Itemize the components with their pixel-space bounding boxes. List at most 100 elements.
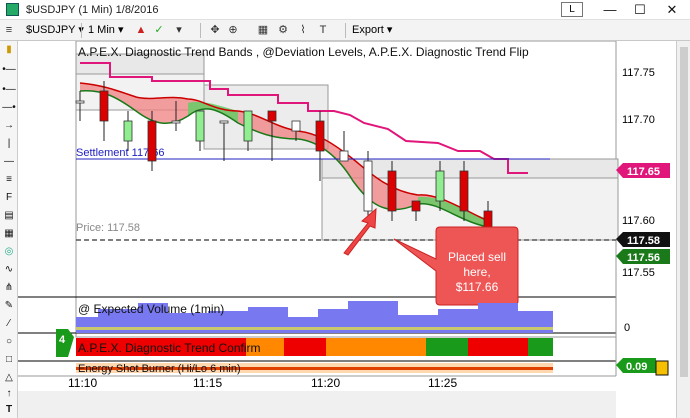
pen-icon[interactable]: ✎ — [1, 299, 17, 313]
price-label: Price: 117.58 — [76, 222, 140, 234]
indicator-icon[interactable]: ⌇ — [296, 23, 310, 37]
candle-body — [291, 120, 301, 132]
channel-icon[interactable]: ≡ — [1, 173, 17, 187]
rectangle-icon[interactable]: □ — [1, 353, 17, 367]
price-tick: 117.75 — [622, 67, 655, 79]
separator — [345, 23, 346, 38]
fib-icon[interactable]: F — [1, 191, 17, 205]
brush-icon[interactable]: ⁄ — [1, 317, 17, 331]
candle-body — [195, 110, 205, 142]
price-badge-upper-text: 117.65 — [627, 166, 660, 178]
vertical-line-icon[interactable]: | — [1, 137, 17, 151]
trendline-icon[interactable]: — — [1, 155, 17, 169]
callout-line: Placed sell — [448, 250, 506, 264]
time-tick: 11:15 — [193, 376, 222, 390]
symbol-label: $USDJPY — [26, 24, 76, 36]
grid-icon[interactable]: ▤ — [1, 209, 17, 223]
gear-icon[interactable]: ⚙ — [276, 23, 290, 37]
confirm-bar-red — [468, 338, 528, 356]
ray-tool-icon[interactable]: •— — [1, 83, 17, 97]
vertical-scrollbar[interactable] — [676, 41, 690, 418]
alert-marker — [655, 360, 669, 376]
close-button[interactable]: ✕ — [652, 0, 690, 20]
price-badge-current-text: 117.58 — [627, 235, 660, 247]
volume-panel-label: @ Expected Volume (1min) — [78, 302, 224, 316]
time-tick: 11:25 — [428, 376, 457, 390]
study-title: A.P.E.X. Diagnostic Trend Bands , @Devia… — [78, 45, 529, 59]
time-tick: 11:10 — [68, 376, 97, 390]
candle-body — [123, 120, 133, 142]
wave-icon[interactable]: ∿ — [1, 263, 17, 277]
price-chart[interactable]: Settlement 117.66 Price: 117.58 A.P.E.X.… — [18, 41, 690, 418]
price-tick: 117.55 — [622, 267, 655, 279]
move-icon[interactable]: ✥ — [208, 23, 222, 37]
triangle-icon[interactable]: △ — [1, 371, 17, 385]
callout-line: here, — [463, 265, 490, 279]
interval-selector[interactable]: 1 Min ▾ — [88, 23, 123, 38]
title-bar: $USDJPY (1 Min) 1/8/2016 L — ☐ ✕ — [0, 0, 690, 20]
candle-body — [75, 100, 85, 104]
ellipse-icon[interactable]: ○ — [1, 335, 17, 349]
chevron-down-icon: ▾ — [114, 24, 124, 36]
sort-icon[interactable]: ≡ — [2, 23, 16, 37]
bottom-panel-label: Energy Shot Burner (Hi/Lo 6 min) — [78, 363, 241, 375]
arrow-up-icon[interactable]: ↑ — [1, 387, 17, 401]
price-badge-low-text: 117.56 — [627, 252, 660, 264]
candle-body — [99, 90, 109, 122]
chevron-down-icon: ▾ — [383, 24, 393, 36]
pointer-icon[interactable]: ▮ — [1, 43, 17, 57]
confirm-bar-red — [284, 338, 326, 356]
confirm-bar-orange — [326, 338, 426, 356]
price-tick: 117.70 — [622, 114, 655, 126]
candle-body — [315, 120, 325, 152]
candle-body — [435, 170, 445, 202]
app-icon — [6, 3, 19, 16]
candle-body — [243, 110, 253, 142]
separator — [81, 23, 82, 38]
candle-body — [411, 200, 421, 212]
bottom-badge: 0.09 — [626, 361, 647, 373]
export-menu[interactable]: Export ▾ — [352, 23, 392, 38]
candle-body — [267, 110, 277, 122]
text-tool-icon[interactable]: T — [1, 403, 17, 417]
cycle-icon[interactable]: ▦ — [1, 227, 17, 241]
candle-body — [387, 170, 397, 212]
separator — [200, 23, 201, 38]
price-tick: 117.60 — [622, 215, 655, 227]
volume-baseline — [76, 327, 553, 330]
horizontal-line-icon[interactable]: —• — [1, 101, 17, 115]
up-arrow-icon[interactable]: ▲ — [134, 23, 148, 37]
pitchfork-icon[interactable]: ⋔ — [1, 281, 17, 295]
candle-body — [219, 120, 229, 124]
callout-line: $117.66 — [456, 280, 499, 294]
drawing-tools-sidebar: ▮ •— •— —• → | — ≡ F ▤ ▦ ◎ ∿ ⋔ ✎ ⁄ ○ □ △… — [0, 41, 18, 418]
down-triangle-icon[interactable]: ▾ — [172, 23, 186, 37]
line-tool-icon[interactable]: •— — [1, 63, 17, 77]
window-title: $USDJPY (1 Min) 1/8/2016 — [26, 4, 159, 16]
confirm-badge: 4 — [59, 334, 66, 346]
symbol-selector[interactable]: $USDJPY ▾ — [26, 23, 84, 38]
zoom-icon[interactable]: ⊕ — [226, 23, 240, 37]
target-icon[interactable]: ◎ — [1, 245, 17, 259]
confirm-panel-label: A.P.E.X. Diagnostic Trend Confirm — [78, 341, 261, 355]
confirm-bar-green — [528, 338, 553, 356]
candle-body — [147, 120, 157, 162]
candle-body — [171, 120, 181, 124]
export-label: Export — [352, 24, 384, 36]
check-icon[interactable]: ✓ — [152, 23, 166, 37]
link-badge[interactable]: L — [561, 2, 583, 17]
arrow-right-icon[interactable]: → — [1, 119, 17, 133]
data-window-icon[interactable]: ▦ — [256, 23, 270, 37]
volume-zero-tick: 0 — [624, 322, 630, 334]
scrollbar-thumb[interactable] — [680, 47, 688, 377]
candle-body — [339, 150, 349, 162]
time-tick: 11:20 — [311, 376, 340, 390]
chevron-down-icon: ▾ — [75, 24, 84, 36]
horizontal-scroll-area[interactable] — [18, 391, 616, 418]
candle-body — [363, 160, 373, 212]
interval-label: 1 Min — [88, 24, 115, 36]
chart-toolbar: ≡ $USDJPY ▾ 1 Min ▾ ▲ ✓ ▾ ✥ ⊕ ▦ ⚙ ⌇ T Ex… — [0, 20, 690, 41]
text-icon[interactable]: T — [316, 23, 330, 37]
confirm-bar-green — [426, 338, 468, 356]
candle-body — [459, 170, 469, 212]
